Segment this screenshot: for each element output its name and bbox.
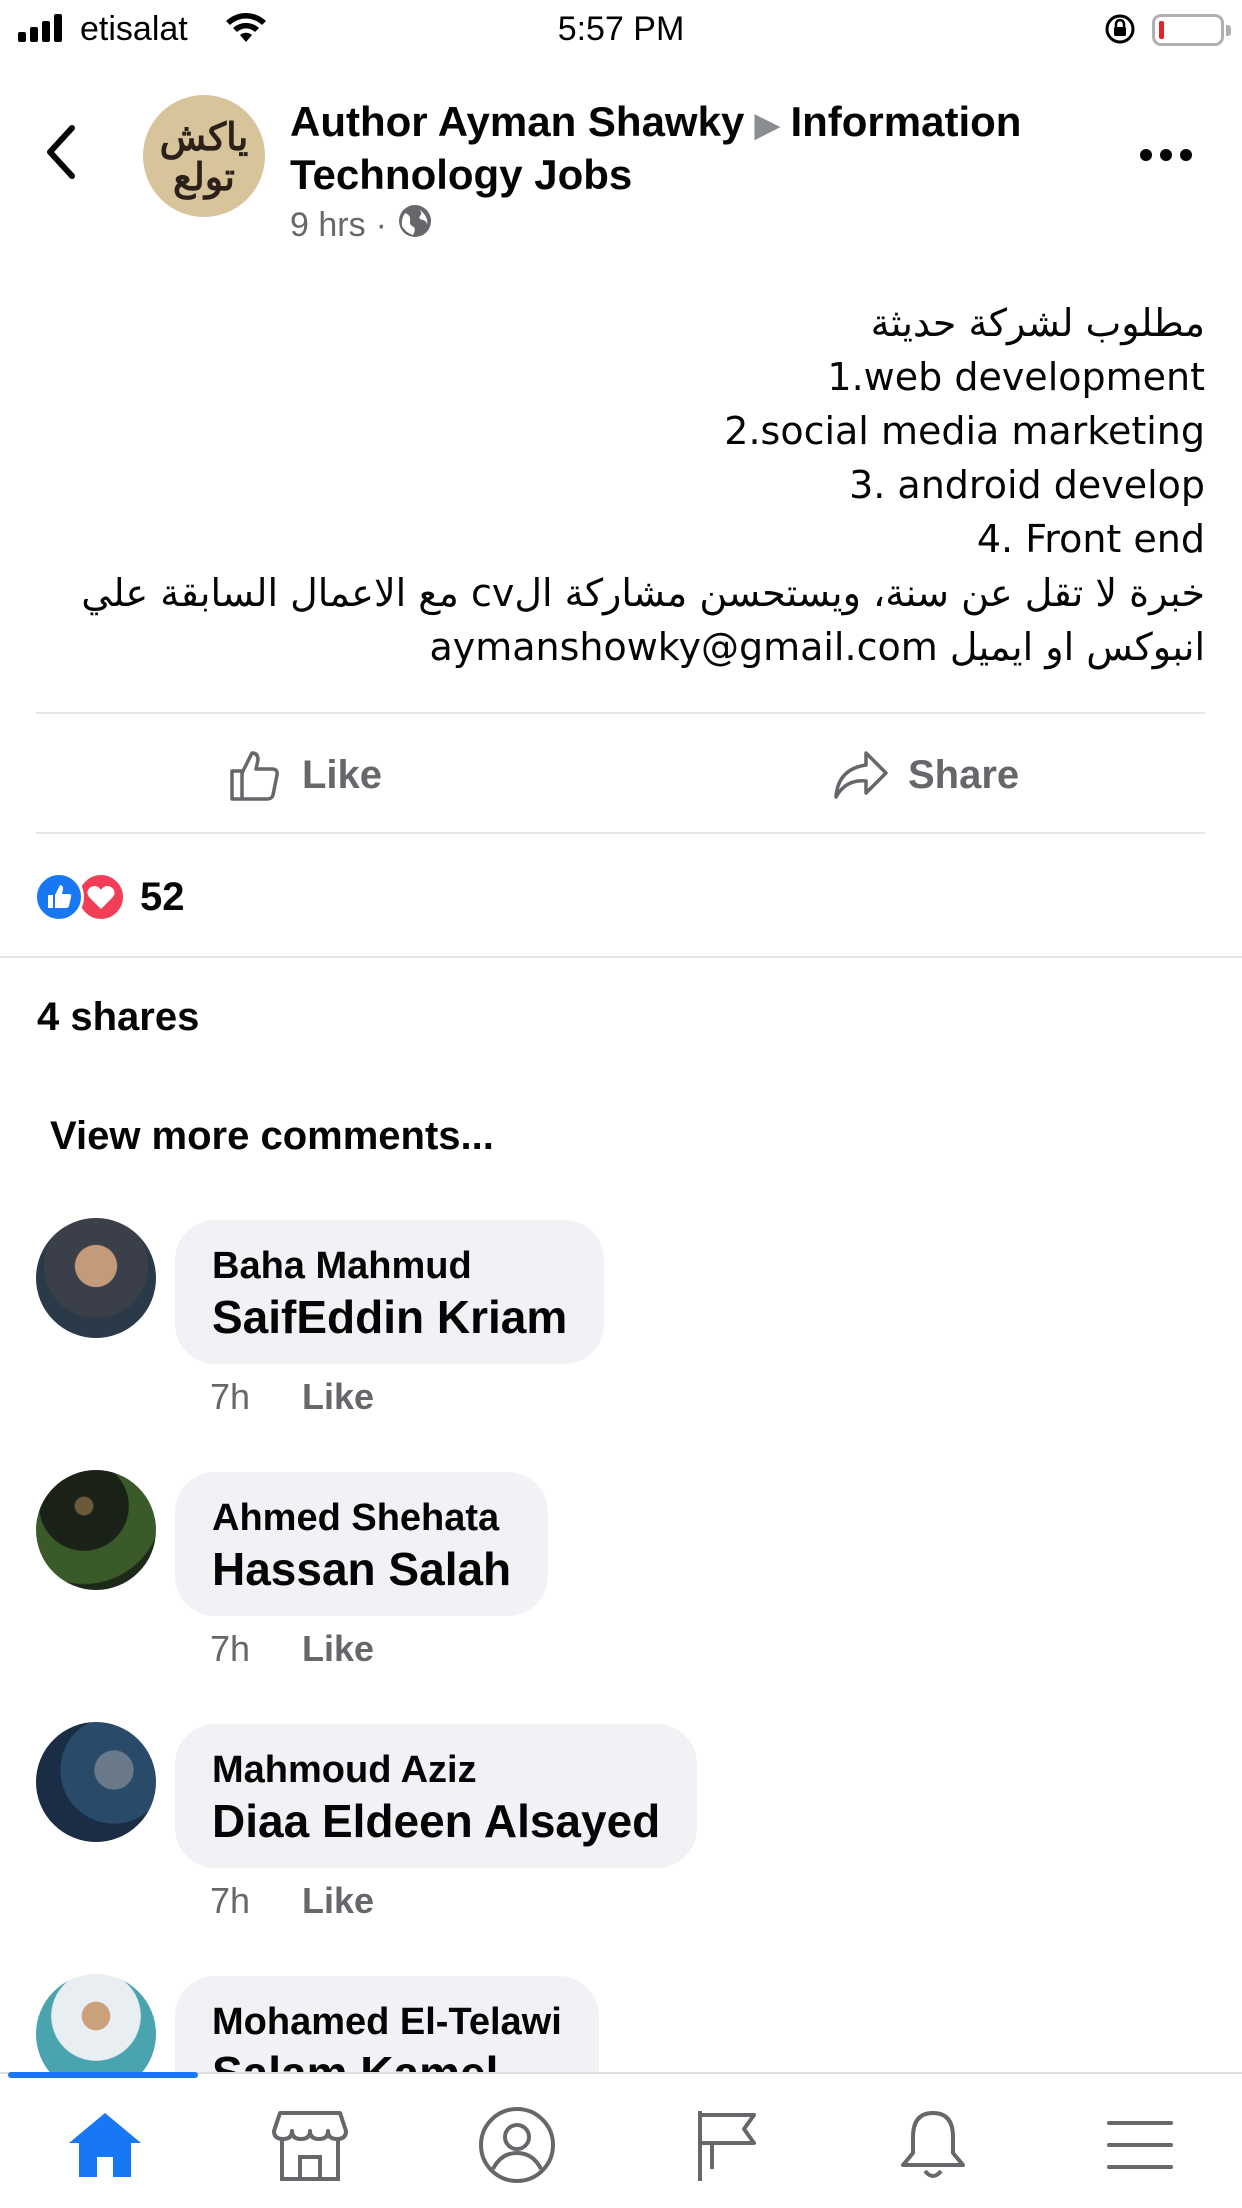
commenter-avatar[interactable] bbox=[36, 1722, 156, 1842]
comment-meta: 7h Like bbox=[210, 1376, 374, 1418]
comment-like-button[interactable]: Like bbox=[302, 1880, 374, 1922]
avatar-logo-text: ياكش تولع bbox=[159, 114, 249, 199]
tab-menu[interactable] bbox=[1095, 2100, 1185, 2190]
menu-icon bbox=[1107, 2121, 1173, 2169]
globe-icon bbox=[397, 203, 433, 248]
comment-meta: 7h Like bbox=[210, 1880, 374, 1922]
profile-icon bbox=[479, 2107, 555, 2183]
commenter-avatar[interactable] bbox=[36, 1218, 156, 1338]
comment-like-button[interactable]: Like bbox=[302, 1376, 374, 1418]
post-line: خبرة لا تقل عن سنة، ويستحسن مشاركة الcv … bbox=[81, 571, 1205, 615]
like-button[interactable]: Like bbox=[228, 740, 382, 810]
tab-marketplace[interactable] bbox=[265, 2100, 355, 2190]
home-icon bbox=[69, 2113, 141, 2177]
section-divider bbox=[0, 956, 1242, 958]
post-meta: 9 hrs · bbox=[290, 203, 433, 248]
author-name[interactable]: Author Ayman Shawky bbox=[290, 98, 744, 145]
post-line: 3. android develop bbox=[849, 463, 1205, 507]
commenter-avatar[interactable] bbox=[36, 1470, 156, 1590]
post-line: 2.social media marketing bbox=[724, 409, 1205, 453]
post-time[interactable]: 9 hrs bbox=[290, 206, 366, 245]
comment-meta: 7h Like bbox=[210, 1628, 374, 1670]
post-body: مطلوب لشركة حديثة 1.web development 2.so… bbox=[40, 296, 1205, 674]
post-line: مطلوب لشركة حديثة bbox=[870, 301, 1205, 345]
notifications-bell-icon bbox=[901, 2111, 965, 2178]
thumbs-up-icon bbox=[230, 751, 279, 801]
view-more-comments-link[interactable]: View more comments... bbox=[50, 1114, 494, 1159]
share-arrow-icon bbox=[834, 751, 888, 799]
marketplace-icon bbox=[272, 2111, 348, 2181]
like-label: Like bbox=[302, 752, 383, 797]
comment-author[interactable]: Mahmoud Aziz bbox=[212, 1746, 660, 1794]
rotation-lock-icon bbox=[1103, 12, 1137, 51]
comment-author[interactable]: Baha Mahmud bbox=[212, 1242, 567, 1290]
comment-bubble: Baha Mahmud SaifEddin Kriam bbox=[175, 1220, 605, 1364]
status-bar: etisalat 5:57 PM bbox=[0, 0, 1242, 60]
comment-text[interactable]: Diaa Eldeen Alsayed bbox=[212, 1794, 660, 1848]
post-line: 1.web development bbox=[827, 355, 1205, 399]
comment-author[interactable]: Mohamed El-Telawi bbox=[212, 1998, 562, 2046]
comment-bubble: Mahmoud Aziz Diaa Eldeen Alsayed bbox=[175, 1724, 698, 1868]
reaction-count: 52 bbox=[140, 874, 185, 919]
status-time: 5:57 PM bbox=[557, 10, 685, 48]
comment-text[interactable]: Hassan Salah bbox=[212, 1542, 511, 1596]
author-avatar[interactable]: ياكش تولع bbox=[143, 95, 265, 217]
share-button[interactable]: Share bbox=[832, 740, 1019, 810]
comment-like-button[interactable]: Like bbox=[302, 1628, 374, 1670]
comment-time: 7h bbox=[210, 1880, 251, 1921]
comment-bubble: Ahmed Shehata Hassan Salah bbox=[175, 1472, 549, 1616]
post-line: 4. Front end bbox=[976, 517, 1205, 561]
battery-icon bbox=[1152, 14, 1231, 46]
comment-author[interactable]: Ahmed Shehata bbox=[212, 1494, 511, 1542]
comment-time: 7h bbox=[210, 1376, 251, 1417]
comment-text[interactable]: SaifEddin Kriam bbox=[212, 1290, 567, 1344]
tab-pages[interactable] bbox=[682, 2100, 772, 2190]
divider bbox=[36, 832, 1205, 834]
shares-count[interactable]: 4 shares bbox=[37, 995, 199, 1040]
bottom-tab-bar bbox=[0, 2072, 1242, 2208]
more-dots-icon bbox=[1140, 149, 1152, 161]
pages-flag-icon bbox=[698, 2111, 756, 2181]
tab-home[interactable] bbox=[60, 2100, 150, 2190]
more-options-button[interactable] bbox=[1140, 140, 1200, 170]
share-label: Share bbox=[908, 752, 1020, 797]
like-reaction-icon bbox=[34, 872, 84, 922]
post-line: انبوكس او ايميل aymanshowky@gmail.com bbox=[429, 625, 1205, 669]
tab-notifications[interactable] bbox=[888, 2100, 978, 2190]
chevron-left-icon bbox=[47, 125, 75, 179]
comment-time: 7h bbox=[210, 1628, 251, 1669]
back-button[interactable] bbox=[40, 122, 100, 192]
post-title: Author Ayman Shawky ▶ Information Technolo… bbox=[290, 97, 1090, 200]
play-arrow-icon: ▶ bbox=[754, 106, 781, 144]
divider bbox=[36, 712, 1205, 714]
tab-profile[interactable] bbox=[472, 2100, 562, 2190]
active-tab-indicator bbox=[8, 2072, 198, 2078]
reactions-summary[interactable]: 52 bbox=[34, 872, 185, 922]
meta-separator: · bbox=[375, 206, 387, 244]
